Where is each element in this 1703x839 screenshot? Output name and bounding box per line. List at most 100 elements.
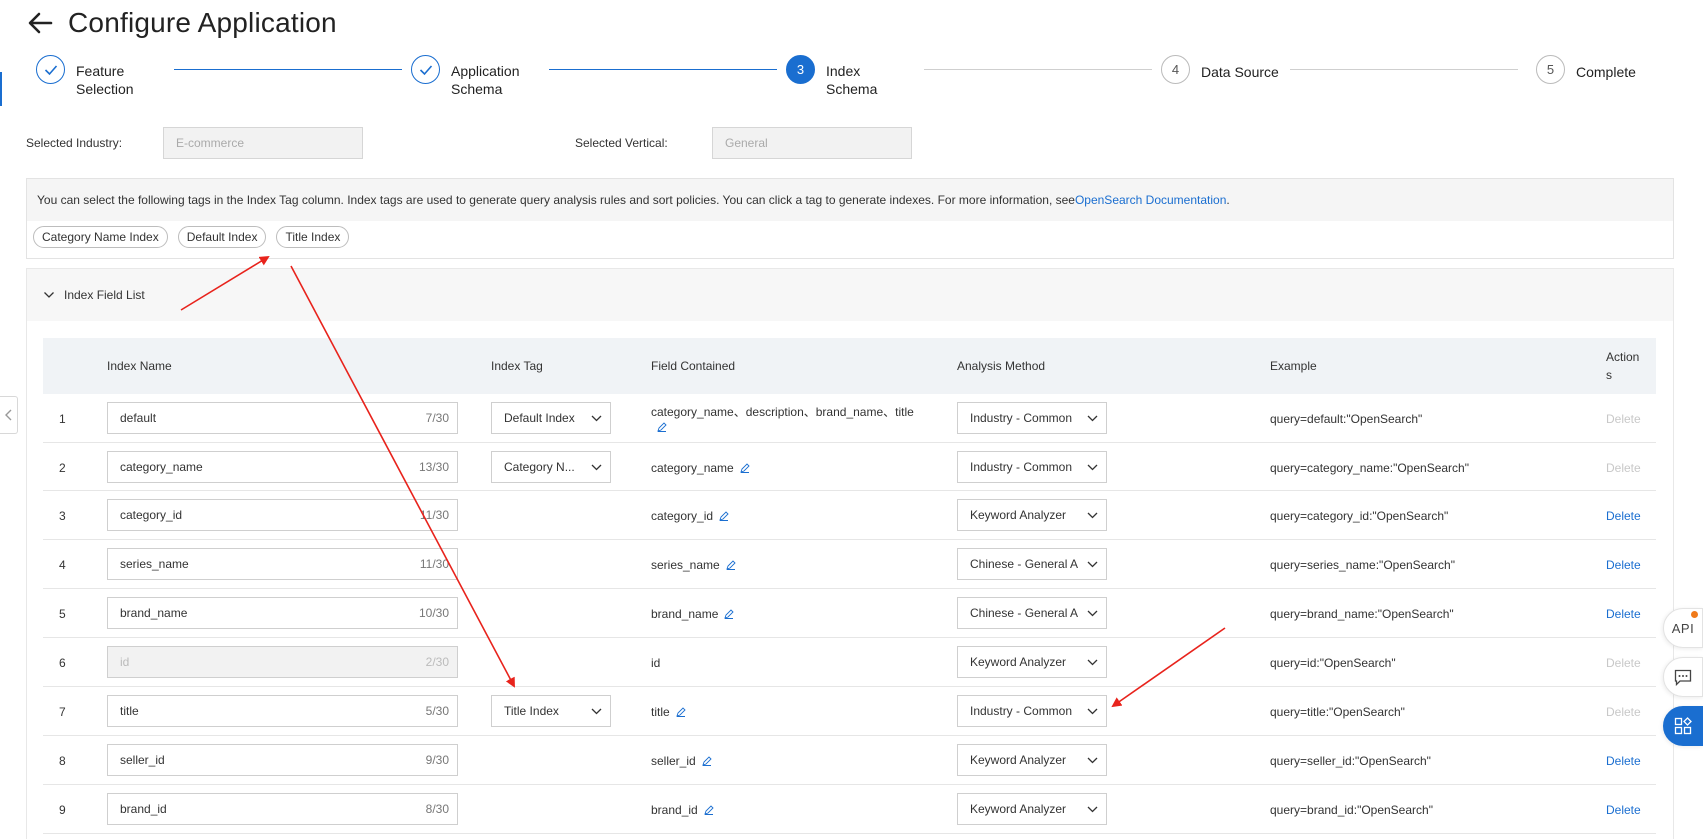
step-label: Complete <box>1576 64 1636 80</box>
analysis-method-select[interactable]: Keyword Analyzer <box>957 499 1107 531</box>
index-name-input[interactable]: series_name 11/30 <box>107 548 458 580</box>
chevron-down-icon <box>1087 757 1098 763</box>
delete-button[interactable]: Delete <box>1606 687 1641 736</box>
index-name-input: id 2/30 <box>107 646 458 678</box>
index-name-input[interactable]: seller_id 9/30 <box>107 744 458 776</box>
table-row: 8 seller_id 9/30 seller_id Keyword Analyz… <box>43 736 1656 785</box>
opensearch-docs-link[interactable]: OpenSearch Documentation <box>1075 193 1226 207</box>
example-query: query=id:"OpenSearch" <box>1270 655 1396 670</box>
chevron-down-icon <box>591 415 602 421</box>
apps-grid-icon <box>1674 717 1692 735</box>
back-arrow-icon[interactable] <box>26 9 54 37</box>
field-contained: id <box>651 638 951 687</box>
analysis-method-select[interactable]: Industry - Common <box>957 695 1107 727</box>
step-connector <box>174 69 402 70</box>
edit-icon[interactable] <box>675 706 686 717</box>
delete-button[interactable]: Delete <box>1606 394 1641 443</box>
panel-header[interactable]: Index Field List <box>27 269 1673 321</box>
index-tag-select[interactable]: Title Index <box>491 695 611 727</box>
index-tag-select[interactable]: Default Index <box>491 402 611 434</box>
index-name-input[interactable]: category_name 13/30 <box>107 451 458 483</box>
char-count: 2/30 <box>425 655 449 669</box>
col-index-name: Index Name <box>107 359 172 373</box>
analysis-method-select[interactable]: Industry - Common <box>957 451 1107 483</box>
step-number: 3 <box>786 55 815 84</box>
index-name-input[interactable]: brand_id 8/30 <box>107 793 458 825</box>
delete-button[interactable]: Delete <box>1606 589 1641 638</box>
char-count: 5/30 <box>425 704 449 718</box>
index-tag-value: Category N... <box>504 460 575 474</box>
index-name-value: id <box>120 655 130 669</box>
delete-button[interactable]: Delete <box>1606 785 1641 834</box>
index-name-value: category_name <box>120 460 203 474</box>
example-query: query=default:"OpenSearch" <box>1270 411 1423 426</box>
delete-button[interactable]: Delete <box>1606 443 1641 492</box>
index-name-value: brand_name <box>120 606 188 620</box>
nav-indicator <box>0 72 2 106</box>
analysis-method-select[interactable]: Chinese - General A <box>957 548 1107 580</box>
example-query: query=category_id:"OpenSearch" <box>1270 508 1449 523</box>
selected-industry-field: E-commerce <box>163 127 363 159</box>
panel-title: Index Field List <box>64 288 145 302</box>
example-query: query=brand_name:"OpenSearch" <box>1270 606 1454 621</box>
tag-category-name-index[interactable]: Category Name Index <box>33 226 168 248</box>
edit-icon[interactable] <box>719 510 729 521</box>
step-connector <box>924 69 1152 70</box>
step-label: Data Source <box>1201 64 1279 80</box>
analysis-method-select[interactable]: Chinese - General A <box>957 597 1107 629</box>
delete-button[interactable]: Delete <box>1606 491 1641 540</box>
row-number: 5 <box>59 606 66 621</box>
analysis-method-value: Chinese - General A <box>970 606 1079 620</box>
tag-title-index[interactable]: Title Index <box>276 226 350 248</box>
index-tag-select[interactable]: Category N... <box>491 451 611 483</box>
tag-list: Category Name Index Default Index Title … <box>27 221 1673 248</box>
field-value: series_name <box>651 557 720 572</box>
delete-button[interactable]: Delete <box>1606 736 1641 785</box>
tag-default-index[interactable]: Default Index <box>177 226 267 248</box>
analysis-method-select[interactable]: Industry - Common <box>957 402 1107 434</box>
chevron-down-icon <box>1087 561 1098 567</box>
info-text: You can select the following tags in the… <box>37 193 1075 207</box>
delete-button[interactable]: Delete <box>1606 540 1641 589</box>
analysis-method-select[interactable]: Keyword Analyzer <box>957 793 1107 825</box>
edit-icon[interactable] <box>724 608 735 619</box>
index-name-input[interactable]: category_id 11/30 <box>107 499 458 531</box>
field-value: category_id <box>651 508 714 523</box>
apps-button[interactable] <box>1663 706 1703 746</box>
analysis-method-select[interactable]: Keyword Analyzer <box>957 646 1107 678</box>
chat-button[interactable] <box>1663 657 1703 697</box>
delete-button[interactable]: Delete <box>1606 638 1641 687</box>
row-number: 1 <box>59 411 66 426</box>
step-connector <box>549 69 777 70</box>
api-button[interactable]: API <box>1663 608 1703 648</box>
index-name-input[interactable]: default 7/30 <box>107 402 458 434</box>
sidebar-expand-button[interactable] <box>0 396 18 434</box>
example-query: query=brand_id:"OpenSearch" <box>1270 802 1433 817</box>
edit-icon[interactable] <box>725 559 736 570</box>
info-message: You can select the following tags in the… <box>27 179 1673 221</box>
row-number: 2 <box>59 460 66 475</box>
chevron-down-icon <box>44 292 54 298</box>
field-value: title <box>651 704 670 719</box>
row-number: 4 <box>59 557 66 572</box>
index-tag-value: Default Index <box>504 411 575 425</box>
example-query: query=series_name:"OpenSearch" <box>1270 557 1455 572</box>
col-analysis-method: Analysis Method <box>957 359 1046 373</box>
table-header: Index Name Index Tag Field Contained Ana… <box>43 338 1656 394</box>
index-tag-value: Title Index <box>504 704 559 718</box>
field-contained: series_name <box>651 540 951 589</box>
edit-icon[interactable] <box>704 804 714 815</box>
field-value: category_name、description、brand_name、tit… <box>651 405 914 419</box>
field-value: id <box>651 655 661 670</box>
selected-industry-label: Selected Industry: <box>26 136 123 150</box>
index-name-input[interactable]: title 5/30 <box>107 695 458 727</box>
table-row: 4 series_name 11/30 series_name Chinese -… <box>43 540 1656 589</box>
index-name-input[interactable]: brand_name 10/30 <box>107 597 458 629</box>
analysis-method-select[interactable]: Keyword Analyzer <box>957 744 1107 776</box>
row-number: 6 <box>59 655 66 670</box>
edit-icon[interactable] <box>740 462 750 473</box>
step-done-circle <box>411 55 440 84</box>
edit-icon[interactable] <box>657 422 667 432</box>
col-actions: Action s <box>1606 350 1640 382</box>
edit-icon[interactable] <box>701 755 712 766</box>
